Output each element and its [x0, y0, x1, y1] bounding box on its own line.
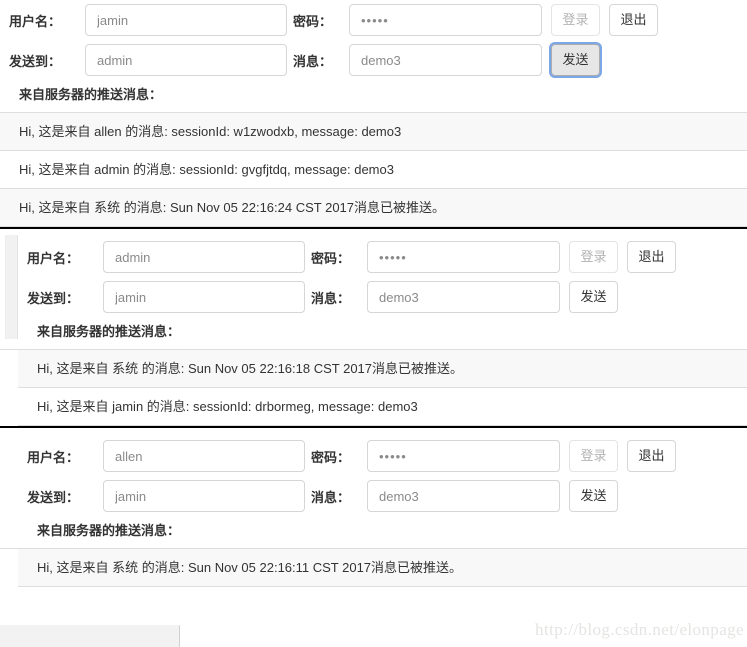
- message-row: 发送到： 消息： 发送: [0, 476, 747, 516]
- panel-body: 用户名： 密码： 登录 退出 发送到： 消息： 发送 来自服务器的推送消息： H…: [0, 0, 747, 227]
- username-label: 用户名：: [9, 13, 62, 29]
- message-row: 发送到： 消息： 发送: [0, 40, 747, 80]
- send-button[interactable]: 发送: [551, 44, 600, 76]
- chat-panel-jamin: 用户名： 密码： 登录 退出 发送到： 消息： 发送 来自服务器的推送消息： H…: [0, 0, 747, 227]
- send-button[interactable]: 发送: [569, 281, 618, 313]
- username-input[interactable]: [85, 4, 287, 36]
- username-label: 用户名：: [27, 449, 80, 465]
- credentials-row: 用户名： 密码： 登录 退出: [0, 237, 747, 277]
- message-row: 发送到： 消息： 发送: [0, 277, 747, 317]
- password-label: 密码：: [293, 13, 333, 29]
- vertical-scrollbar[interactable]: [5, 235, 18, 339]
- sendto-input[interactable]: [85, 44, 287, 76]
- message-input[interactable]: [367, 281, 560, 313]
- logout-button[interactable]: 退出: [627, 241, 676, 273]
- push-messages-heading: 来自服务器的推送消息：: [19, 87, 163, 102]
- sendto-input[interactable]: [103, 480, 305, 512]
- username-input[interactable]: [103, 241, 305, 273]
- list-item: Hi, 这是来自 系统 的消息: Sun Nov 05 22:16:11 CST…: [18, 549, 747, 587]
- list-item: Hi, 这是来自 admin 的消息: sessionId: gvgfjtdq,…: [0, 151, 747, 189]
- password-label: 密码：: [311, 449, 351, 465]
- credentials-row: 用户名： 密码： 登录 退出: [0, 436, 747, 476]
- password-input[interactable]: [367, 440, 560, 472]
- push-messages-heading: 来自服务器的推送消息：: [37, 523, 181, 538]
- page-root: 用户名： 密码： 登录 退出 发送到： 消息： 发送 来自服务器的推送消息： H…: [0, 0, 747, 647]
- message-input[interactable]: [349, 44, 542, 76]
- username-label: 用户名：: [27, 250, 80, 266]
- push-message-list: Hi, 这是来自 系统 的消息: Sun Nov 05 22:16:18 CST…: [0, 349, 747, 426]
- password-label: 密码：: [311, 250, 351, 266]
- list-item: Hi, 这是来自 系统 的消息: Sun Nov 05 22:16:18 CST…: [18, 350, 747, 388]
- credentials-row: 用户名： 密码： 登录 退出: [0, 0, 747, 40]
- push-messages-heading: 来自服务器的推送消息：: [37, 324, 181, 339]
- list-item: Hi, 这是来自 系统 的消息: Sun Nov 05 22:16:24 CST…: [0, 189, 747, 227]
- browser-status-bar: [0, 625, 180, 647]
- panel-top-spacer: [0, 428, 747, 436]
- push-message-list: Hi, 这是来自 系统 的消息: Sun Nov 05 22:16:11 CST…: [0, 548, 747, 587]
- panel-body: 用户名： 密码： 登录 退出 发送到： 消息： 发送 来自服务器的推送消息： H…: [0, 229, 747, 426]
- logout-button[interactable]: 退出: [627, 440, 676, 472]
- message-label: 消息：: [311, 290, 351, 306]
- logout-button[interactable]: 退出: [609, 4, 658, 36]
- panel-body: 用户名： 密码： 登录 退出 发送到： 消息： 发送 来自服务器的推送消息： H…: [0, 428, 747, 587]
- login-button[interactable]: 登录: [551, 4, 600, 36]
- message-label: 消息：: [293, 53, 333, 69]
- message-label: 消息：: [311, 489, 351, 505]
- sendto-label: 发送到：: [27, 489, 80, 505]
- password-input[interactable]: [367, 241, 560, 273]
- message-input[interactable]: [367, 480, 560, 512]
- watermark-text: http://blog.csdn.net/elonpage: [535, 620, 744, 639]
- push-message-list: Hi, 这是来自 allen 的消息: sessionId: w1zwodxb,…: [0, 112, 747, 227]
- sendto-label: 发送到：: [27, 290, 80, 306]
- sendto-label: 发送到：: [9, 53, 62, 69]
- send-button[interactable]: 发送: [569, 480, 618, 512]
- login-button[interactable]: 登录: [569, 440, 618, 472]
- sendto-input[interactable]: [103, 281, 305, 313]
- chat-panel-admin: 用户名： 密码： 登录 退出 发送到： 消息： 发送 来自服务器的推送消息： H…: [0, 229, 747, 426]
- list-item: Hi, 这是来自 jamin 的消息: sessionId: drbormeg,…: [18, 388, 747, 426]
- list-item: Hi, 这是来自 allen 的消息: sessionId: w1zwodxb,…: [0, 113, 747, 151]
- login-button[interactable]: 登录: [569, 241, 618, 273]
- username-input[interactable]: [103, 440, 305, 472]
- panel-top-spacer: [0, 229, 747, 237]
- chat-panel-allen: 用户名： 密码： 登录 退出 发送到： 消息： 发送 来自服务器的推送消息： H…: [0, 428, 747, 587]
- password-input[interactable]: [349, 4, 542, 36]
